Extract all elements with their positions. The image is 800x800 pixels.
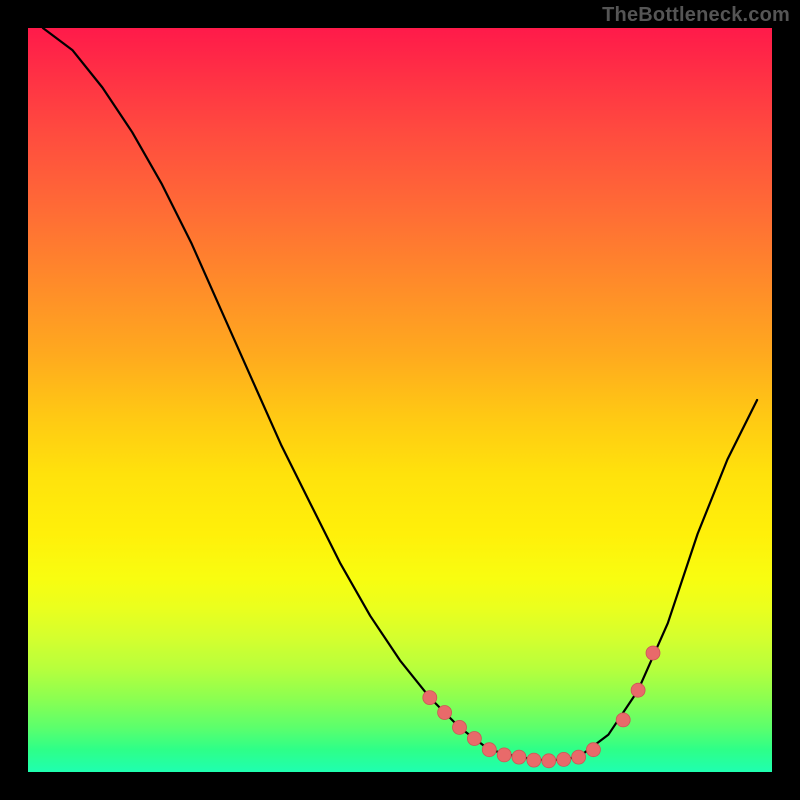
data-point-marker — [512, 750, 526, 764]
data-point-marker — [423, 691, 437, 705]
data-point-marker — [438, 706, 452, 720]
data-point-marker — [482, 743, 496, 757]
data-point-marker — [527, 753, 541, 767]
markers-group — [423, 646, 660, 768]
data-point-marker — [631, 683, 645, 697]
data-point-marker — [497, 748, 511, 762]
data-point-marker — [572, 750, 586, 764]
watermark-text: TheBottleneck.com — [602, 4, 790, 27]
data-point-marker — [586, 743, 600, 757]
data-point-marker — [542, 754, 556, 768]
data-point-marker — [453, 720, 467, 734]
data-point-marker — [616, 713, 630, 727]
chart-svg — [28, 28, 772, 772]
data-point-marker — [557, 752, 571, 766]
chart-frame: TheBottleneck.com — [0, 0, 800, 800]
data-point-marker — [467, 732, 481, 746]
data-point-marker — [646, 646, 660, 660]
